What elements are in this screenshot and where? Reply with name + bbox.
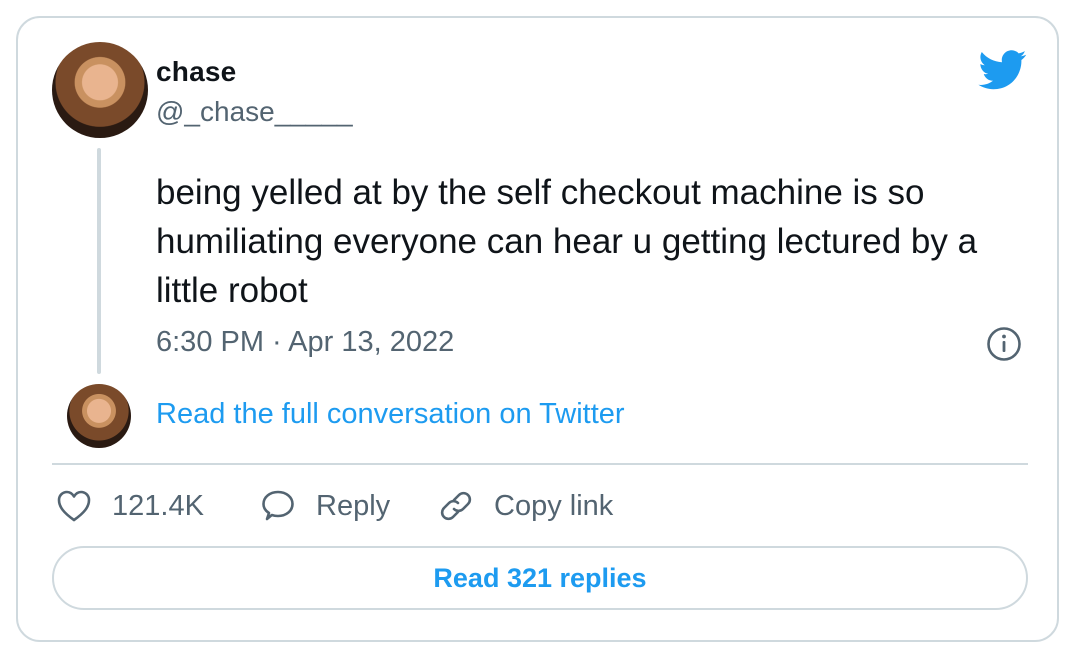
tweet-card: chase @_chase_____ being yelled at by th… [16, 16, 1059, 642]
read-replies-button[interactable]: Read 321 replies [52, 546, 1028, 610]
info-icon[interactable] [986, 326, 1022, 362]
twitter-bird-icon[interactable] [978, 50, 1028, 90]
reply-button[interactable]: Reply [260, 486, 390, 526]
copy-link-button[interactable]: Copy link [438, 486, 613, 526]
author-name[interactable]: chase [156, 56, 236, 88]
read-conversation-link[interactable]: Read the full conversation on Twitter [156, 398, 625, 431]
tweet-timestamp[interactable]: 6:30 PM · Apr 13, 2022 [156, 326, 454, 359]
author-handle[interactable]: @_chase_____ [156, 96, 353, 128]
heart-icon [57, 490, 91, 522]
speech-bubble-icon [262, 490, 294, 521]
divider [52, 463, 1028, 465]
tweet-text: being yelled at by the self checkout mac… [156, 173, 978, 310]
like-button[interactable]: 121.4K [56, 486, 204, 526]
like-count: 121.4K [112, 489, 204, 522]
thread-line [97, 148, 101, 374]
copy-link-label: Copy link [494, 489, 614, 522]
reply-avatar[interactable] [67, 384, 131, 448]
link-icon [440, 491, 472, 521]
reply-label: Reply [316, 489, 391, 522]
author-avatar[interactable] [52, 42, 148, 138]
